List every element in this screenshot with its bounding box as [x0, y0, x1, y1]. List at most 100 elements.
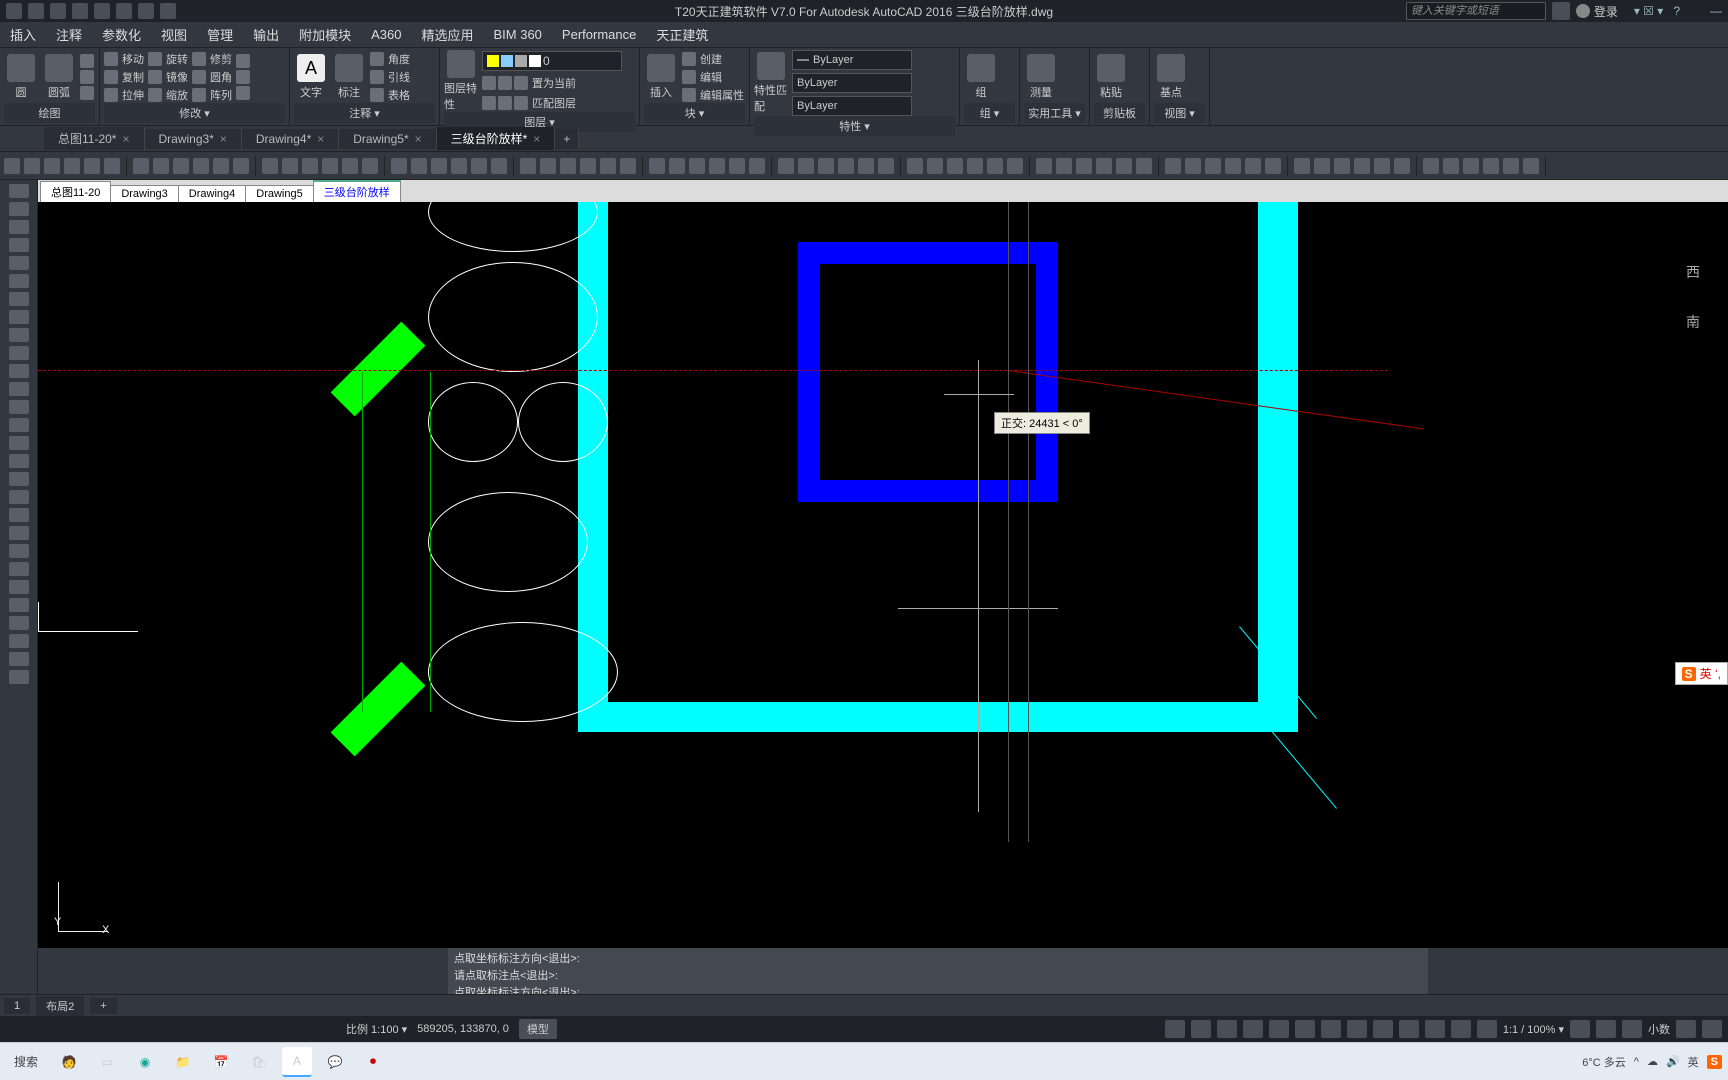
tool-icon-39[interactable] [838, 158, 854, 174]
tool-icon-17[interactable] [362, 158, 378, 174]
edit-block-button[interactable]: 编辑 [682, 69, 744, 85]
tool-icon-4[interactable] [84, 158, 100, 174]
layout-tab[interactable]: 1 [4, 998, 30, 1014]
palette-tool-22[interactable] [9, 580, 29, 594]
palette-tool-18[interactable] [9, 508, 29, 522]
ribbon-tab[interactable]: 输出 [253, 25, 279, 44]
ribbon-tab[interactable]: 插入 [10, 25, 36, 44]
tool-icon-13[interactable] [282, 158, 298, 174]
tray-chevron-icon[interactable]: ^ [1634, 1056, 1639, 1068]
layer-props-button[interactable]: 图层特性 [444, 50, 478, 112]
layer-tool-button[interactable] [482, 95, 496, 111]
tool-icon-52[interactable] [1116, 158, 1132, 174]
palette-tool-17[interactable] [9, 490, 29, 504]
minimize-button[interactable]: — [1710, 4, 1722, 18]
tool-icon-33[interactable] [709, 158, 725, 174]
angular-button[interactable]: 角度 [370, 51, 410, 67]
palette-tool-27[interactable] [9, 670, 29, 684]
tool-icon-11[interactable] [233, 158, 249, 174]
explorer-icon[interactable]: 📁 [168, 1047, 198, 1077]
scale-button[interactable]: 缩放 [148, 87, 188, 103]
tool-button[interactable] [236, 70, 250, 84]
dwg-tab-active[interactable]: 三级台阶放样 [313, 180, 401, 202]
setcurrent-button[interactable]: 置为当前 [514, 75, 576, 91]
tool-icon-15[interactable] [322, 158, 338, 174]
ribbon-tab[interactable]: 视图 [161, 25, 187, 44]
tool-icon-2[interactable] [44, 158, 60, 174]
tool-icon-12[interactable] [262, 158, 278, 174]
ribbon-tab[interactable]: 参数化 [102, 25, 141, 44]
drawing-canvas[interactable]: 正交: 24431 < 0° Y X 西 南 S英 ‘, [38, 202, 1728, 948]
tool-icon-30[interactable] [649, 158, 665, 174]
linetype-dropdown[interactable]: ByLayer [792, 96, 912, 116]
close-icon[interactable]: × [317, 132, 324, 146]
units-display[interactable]: 小数 [1648, 1021, 1670, 1037]
tool-icon-55[interactable] [1185, 158, 1201, 174]
palette-tool-1[interactable] [9, 202, 29, 216]
tool-icon-44[interactable] [947, 158, 963, 174]
model-button[interactable]: 模型 [519, 1019, 557, 1039]
close-icon[interactable]: × [220, 132, 227, 146]
tool-icon-37[interactable] [798, 158, 814, 174]
ortho-icon[interactable] [1217, 1020, 1237, 1038]
measure-button[interactable]: 测量 [1024, 54, 1058, 100]
close-icon[interactable]: × [415, 132, 422, 146]
file-tab-active[interactable]: 三级台阶放样*× [437, 127, 556, 150]
layer-tool-button[interactable] [498, 95, 512, 111]
login-button[interactable]: 登录 [1576, 3, 1618, 20]
palette-tool-13[interactable] [9, 418, 29, 432]
tool-icon-35[interactable] [749, 158, 765, 174]
tool-icon-47[interactable] [1007, 158, 1023, 174]
copy-button[interactable]: 复制 [104, 69, 144, 85]
arc-button[interactable]: 圆弧 [42, 54, 76, 100]
text-button[interactable]: A文字 [294, 54, 328, 100]
tool-icon-9[interactable] [193, 158, 209, 174]
tool-icon-49[interactable] [1056, 158, 1072, 174]
tool-icon-61[interactable] [1314, 158, 1330, 174]
move-button[interactable]: 移动 [104, 51, 144, 67]
tool-icon-67[interactable] [1443, 158, 1459, 174]
palette-tool-23[interactable] [9, 598, 29, 612]
fillet-button[interactable]: 圆角 [192, 69, 232, 85]
tool-icon-26[interactable] [560, 158, 576, 174]
ribbon-tab[interactable]: 精选应用 [421, 25, 473, 44]
close-icon[interactable]: × [533, 132, 540, 146]
file-tab[interactable]: Drawing4*× [242, 129, 339, 149]
tool-icon-27[interactable] [580, 158, 596, 174]
tool-icon-34[interactable] [729, 158, 745, 174]
ribbon-tab[interactable]: 附加模块 [299, 25, 351, 44]
ime-indicator[interactable]: S英 ‘, [1675, 662, 1728, 685]
otrack-icon[interactable] [1295, 1020, 1315, 1038]
tool-icon-7[interactable] [153, 158, 169, 174]
task-view-icon[interactable]: ▭ [92, 1047, 122, 1077]
sogou-tray-icon[interactable]: S [1707, 1055, 1722, 1069]
stretch-button[interactable]: 拉伸 [104, 87, 144, 103]
tool-icon-70[interactable] [1503, 158, 1519, 174]
insert-button[interactable]: 插入 [644, 54, 678, 100]
new-tab-button[interactable]: + [555, 129, 579, 149]
tool-icon-68[interactable] [1463, 158, 1479, 174]
tool-icon-60[interactable] [1294, 158, 1310, 174]
volume-icon[interactable]: 🔊 [1666, 1055, 1680, 1068]
tool-button[interactable] [236, 86, 250, 100]
tool-icon-1[interactable] [24, 158, 40, 174]
dim-button[interactable]: 标注 [332, 54, 366, 100]
palette-tool-20[interactable] [9, 544, 29, 558]
table-button[interactable]: 表格 [370, 87, 410, 103]
customize-icon[interactable] [1702, 1020, 1722, 1038]
dwg-tab[interactable]: 总图11-20 [40, 181, 111, 202]
tool-icon-25[interactable] [540, 158, 556, 174]
ribbon-tab[interactable]: A360 [371, 27, 401, 42]
help-icon[interactable]: ? [1673, 4, 1680, 18]
tool-icon-42[interactable] [907, 158, 923, 174]
file-tab[interactable]: Drawing3*× [145, 129, 242, 149]
circle-button[interactable]: 圆 [4, 54, 38, 100]
record-icon[interactable]: ⏺ [358, 1047, 388, 1077]
group-button[interactable]: 组 [964, 54, 998, 100]
palette-tool-10[interactable] [9, 364, 29, 378]
layer-tool-button[interactable] [498, 75, 512, 91]
clean-screen-icon[interactable] [1676, 1020, 1696, 1038]
matchprops-button[interactable]: 特性匹配 [754, 52, 788, 114]
tool-icon-23[interactable] [491, 158, 507, 174]
layout-tab[interactable]: 布局2 [36, 996, 84, 1016]
